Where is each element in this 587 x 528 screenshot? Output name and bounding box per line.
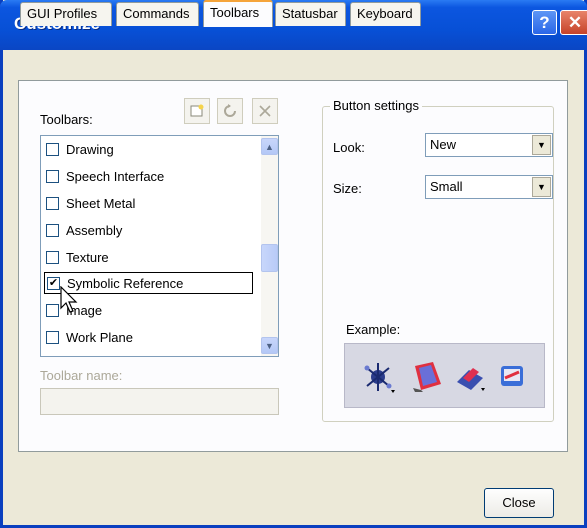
toolbar-name-input[interactable] xyxy=(40,388,279,415)
list-scrollbar[interactable]: ▲ ▼ xyxy=(261,136,278,356)
checkbox-checked[interactable]: ✔ xyxy=(47,276,60,290)
size-label: Size: xyxy=(333,181,362,196)
list-item-label: Assembly xyxy=(66,222,123,238)
toolbar-name-label: Toolbar name: xyxy=(40,368,123,383)
button-settings-title: Button settings xyxy=(330,98,422,113)
list-item[interactable]: Sheet Metal xyxy=(46,192,251,214)
new-toolbar-icon xyxy=(190,104,204,117)
tab-statusbar[interactable]: Statusbar xyxy=(275,2,346,26)
toolbars-list[interactable]: Drawing Speech Interface Sheet Metal Ass… xyxy=(40,135,279,357)
close-window-button[interactable]: ✕ xyxy=(560,10,587,35)
chevron-down-icon: ▼ xyxy=(537,140,546,150)
help-button[interactable]: ? xyxy=(532,10,557,35)
scroll-up-button[interactable]: ▲ xyxy=(261,138,278,155)
list-item-label: Drawing xyxy=(66,141,114,157)
list-item[interactable]: Work Plane xyxy=(46,326,251,348)
symbolic-reference-icon xyxy=(364,363,395,393)
checkbox[interactable] xyxy=(46,169,59,183)
tab-gui-profiles[interactable]: GUI Profiles xyxy=(20,2,112,26)
reset-toolbar-button[interactable] xyxy=(217,98,243,124)
dropdown-arrow[interactable]: ▼ xyxy=(532,177,551,197)
tab-keyboard[interactable]: Keyboard xyxy=(350,2,421,26)
size-value: Small xyxy=(430,179,463,194)
delete-toolbar-button[interactable] xyxy=(252,98,278,124)
list-item-label: Speech Interface xyxy=(66,168,165,184)
look-label: Look: xyxy=(333,140,365,155)
size-select[interactable]: Small ▼ xyxy=(425,175,553,199)
list-item[interactable]: Texture xyxy=(46,246,251,268)
dropdown-arrow[interactable]: ▼ xyxy=(532,135,551,155)
render-icon xyxy=(501,366,523,386)
example-preview xyxy=(344,343,545,408)
checkbox[interactable] xyxy=(46,303,59,317)
checkbox[interactable] xyxy=(46,142,59,156)
cursor-icon xyxy=(60,286,78,313)
example-label: Example: xyxy=(346,322,401,337)
part-icon xyxy=(457,368,485,391)
list-item[interactable]: Speech Interface xyxy=(46,165,251,187)
close-button[interactable]: Close xyxy=(484,488,554,518)
chevron-up-icon: ▲ xyxy=(265,141,274,152)
scroll-thumb[interactable] xyxy=(261,244,278,272)
checkbox[interactable] xyxy=(46,223,59,237)
reset-icon xyxy=(224,104,236,117)
list-item-label: Sheet Metal xyxy=(66,195,136,211)
delete-icon xyxy=(259,105,271,117)
new-toolbar-button[interactable] xyxy=(184,98,210,124)
look-value: New xyxy=(430,137,457,152)
checkbox[interactable] xyxy=(46,330,59,344)
chevron-down-icon: ▼ xyxy=(537,182,546,192)
checkbox[interactable] xyxy=(46,250,59,264)
look-select[interactable]: New ▼ xyxy=(425,133,553,157)
scroll-down-button[interactable]: ▼ xyxy=(261,337,278,354)
tab-commands[interactable]: Commands xyxy=(116,2,199,26)
list-item[interactable]: Drawing xyxy=(46,138,251,160)
list-item-label: Texture xyxy=(66,249,109,265)
sheet-icon xyxy=(413,362,441,392)
list-item-label: Symbolic Reference xyxy=(67,275,184,291)
list-item[interactable]: Assembly xyxy=(46,219,251,241)
chevron-down-icon: ▼ xyxy=(265,340,274,351)
checkbox[interactable] xyxy=(46,196,59,210)
tab-toolbars[interactable]: Toolbars xyxy=(203,0,273,27)
list-item-label: Work Plane xyxy=(66,329,133,345)
toolbars-label: Toolbars: xyxy=(40,112,93,127)
